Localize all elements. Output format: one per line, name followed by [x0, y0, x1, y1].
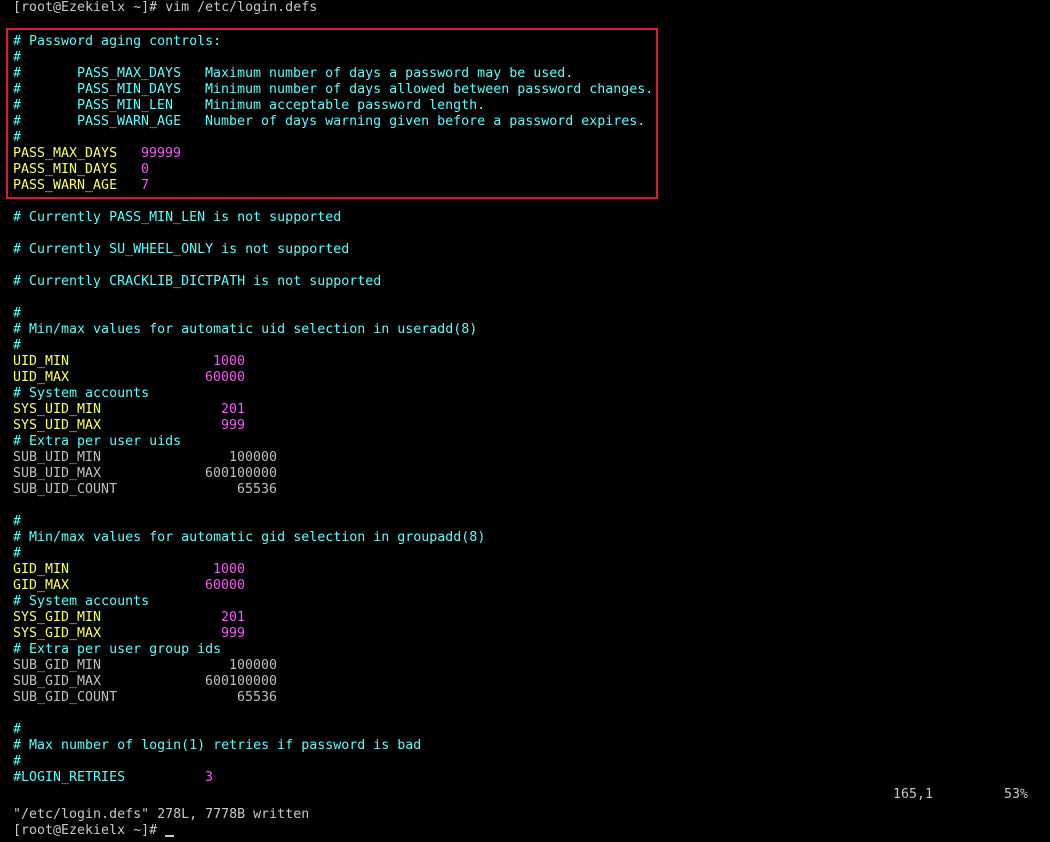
setting-key: SUB_UID_COUNT	[13, 482, 118, 497]
param-name: PASS_MAX_DAYS	[77, 66, 182, 81]
setting-value: 3	[205, 770, 214, 785]
setting-value: 999	[221, 418, 246, 433]
terminal-window[interactable]: [root@Ezekielx ~]# vim /etc/login.defs #…	[0, 0, 1050, 842]
gid-section-header: # Min/max values for automatic gid selec…	[13, 530, 486, 545]
file-written-message: "/etc/login.defs" 278L, 7778B written	[13, 807, 310, 822]
param-name: PASS_WARN_AGE	[77, 114, 182, 129]
login-section-header: # Max number of login(1) retries if pass…	[13, 738, 422, 753]
setting-key: PASS_MAX_DAYS	[13, 146, 118, 161]
setting-value: 600100000	[205, 674, 278, 689]
param-name: PASS_MIN_LEN	[77, 98, 174, 113]
setting-key: #LOGIN_RETRIES	[13, 770, 126, 785]
setting-value: 7	[141, 178, 150, 193]
note-comment: # Currently CRACKLIB_DICTPATH is not sup…	[13, 274, 382, 289]
setting-key: SUB_UID_MAX	[13, 466, 102, 481]
param-description: Number of days warning given before a pa…	[205, 114, 646, 129]
setting-value: 100000	[229, 450, 278, 465]
setting-key: SUB_GID_MIN	[13, 658, 102, 673]
vim-scroll-percent: 53%	[1004, 787, 1029, 802]
setting-key: PASS_WARN_AGE	[13, 178, 118, 193]
param-description: Minimum acceptable password length.	[205, 98, 486, 113]
setting-value: 65536	[237, 690, 278, 705]
comment-hash: #	[13, 338, 22, 353]
note-comment: # Currently SU_WHEEL_ONLY is not support…	[13, 242, 350, 257]
note-comment: # Currently PASS_MIN_LEN is not supporte…	[13, 210, 342, 225]
password-aging-header: # Password aging controls:	[13, 34, 222, 49]
setting-key: SUB_UID_MIN	[13, 450, 102, 465]
setting-key: SYS_GID_MIN	[13, 610, 102, 625]
setting-key: GID_MIN	[13, 562, 70, 577]
param-name: PASS_MIN_DAYS	[77, 82, 182, 97]
setting-key: PASS_MIN_DAYS	[13, 162, 118, 177]
setting-key: SUB_GID_MAX	[13, 674, 102, 689]
comment-hash: #	[13, 98, 22, 113]
setting-value: 1000	[213, 562, 246, 577]
setting-value: 60000	[205, 370, 246, 385]
setting-value: 1000	[213, 354, 246, 369]
uid-section-header: # Min/max values for automatic uid selec…	[13, 322, 478, 337]
setting-value: 100000	[229, 658, 278, 673]
setting-key: SYS_GID_MAX	[13, 626, 102, 641]
section-comment: # System accounts	[13, 386, 150, 401]
setting-value: 600100000	[205, 466, 278, 481]
param-description: Maximum number of days a password may be…	[205, 66, 574, 81]
setting-value: 60000	[205, 578, 246, 593]
comment-hash: #	[13, 82, 22, 97]
setting-key: UID_MIN	[13, 354, 70, 369]
param-description: Minimum number of days allowed between p…	[205, 82, 654, 97]
prompt-text: [root@Ezekielx ~]#	[13, 823, 158, 838]
section-comment: # Extra per user uids	[13, 434, 182, 449]
setting-value: 0	[141, 162, 150, 177]
comment-hash: #	[13, 514, 22, 529]
comment-hash: #	[13, 50, 22, 65]
setting-value: 65536	[237, 482, 278, 497]
comment-hash: #	[13, 66, 22, 81]
vim-cursor-position: 165,1	[893, 787, 934, 802]
setting-value: 99999	[141, 146, 182, 161]
comment-hash: #	[13, 722, 22, 737]
setting-key: GID_MAX	[13, 578, 70, 593]
setting-key: SYS_UID_MAX	[13, 418, 102, 433]
comment-hash: #	[13, 754, 22, 769]
shell-prompt-bottom[interactable]: [root@Ezekielx ~]#	[13, 823, 175, 839]
shell-prompt-command: [root@Ezekielx ~]# vim /etc/login.defs	[13, 0, 318, 15]
comment-hash: #	[13, 306, 22, 321]
setting-key: SYS_UID_MIN	[13, 402, 102, 417]
setting-key: UID_MAX	[13, 370, 70, 385]
section-comment: # Extra per user group ids	[13, 642, 222, 657]
text-cursor	[165, 835, 175, 837]
comment-hash: #	[13, 130, 22, 145]
setting-value: 201	[221, 610, 246, 625]
comment-hash: #	[13, 114, 22, 129]
setting-value: 201	[221, 402, 246, 417]
setting-key: SUB_GID_COUNT	[13, 690, 118, 705]
setting-value: 999	[221, 626, 246, 641]
comment-hash: #	[13, 546, 22, 561]
section-comment: # System accounts	[13, 594, 150, 609]
